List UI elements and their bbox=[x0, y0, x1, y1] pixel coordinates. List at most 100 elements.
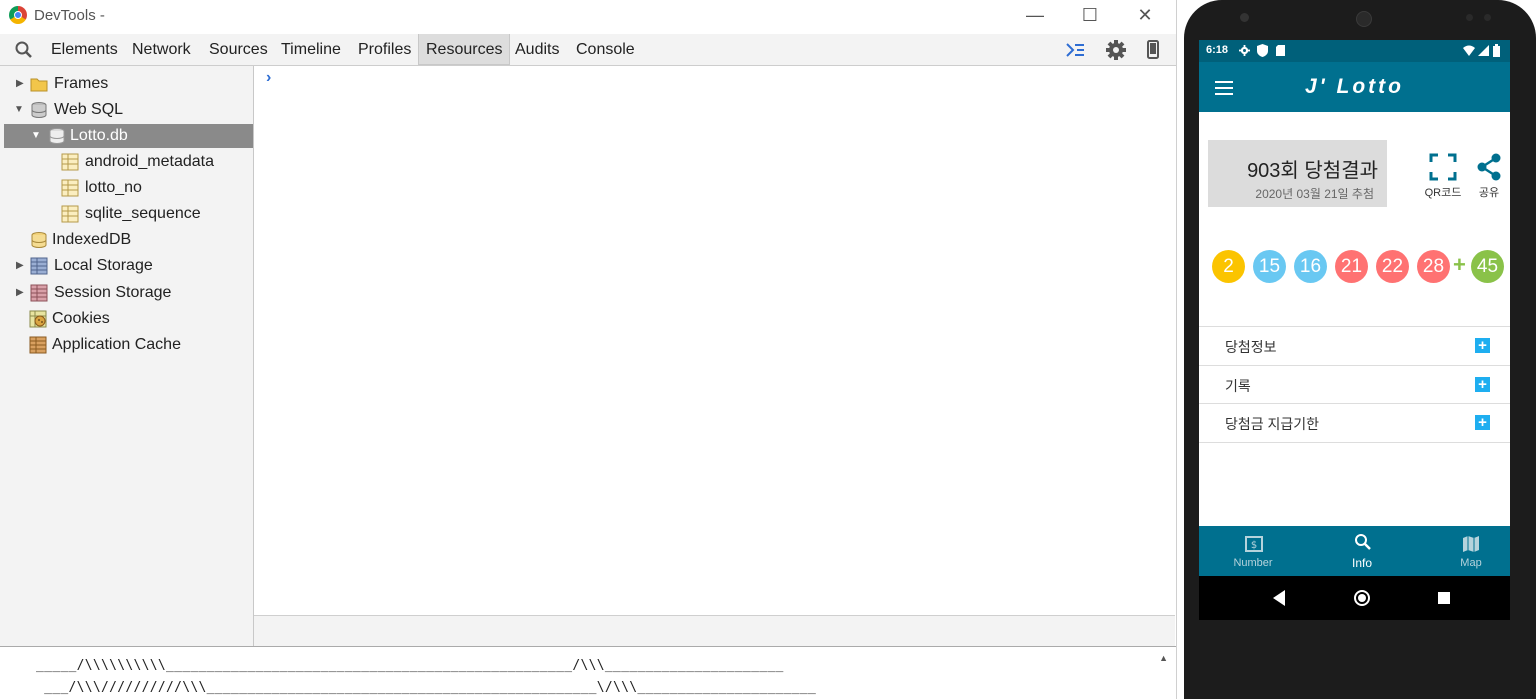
share-button[interactable]: 공유 bbox=[1468, 153, 1510, 200]
close-button[interactable]: ✕ bbox=[1130, 4, 1160, 26]
sd-card-icon bbox=[1276, 45, 1285, 56]
table-icon bbox=[61, 179, 79, 197]
tree-item-cookies[interactable]: Cookies bbox=[0, 307, 250, 331]
chrome-logo-icon bbox=[9, 6, 27, 24]
lotto-ball: 21 bbox=[1335, 250, 1368, 283]
qr-scan-icon bbox=[1429, 153, 1457, 181]
wifi-icon bbox=[1463, 45, 1475, 56]
expand-plus-icon[interactable]: + bbox=[1475, 338, 1490, 353]
expand-arrow-icon[interactable]: ▶ bbox=[16, 281, 24, 305]
expand-arrow-icon[interactable]: ▶ bbox=[16, 72, 24, 96]
tree-item-local-storage[interactable]: ▶ Local Storage bbox=[0, 254, 250, 278]
maximize-button[interactable]: ☐ bbox=[1075, 4, 1105, 26]
cookie-icon bbox=[29, 310, 47, 328]
share-label: 공유 bbox=[1478, 187, 1500, 199]
lotto-ball: 22 bbox=[1376, 250, 1409, 283]
tree-item-application-cache[interactable]: Application Cache bbox=[0, 333, 250, 357]
tab-profiles[interactable]: Profiles bbox=[351, 34, 418, 65]
home-icon[interactable] bbox=[1353, 589, 1371, 607]
console-line: _____/\\\\\\\\\\________________________… bbox=[36, 658, 784, 673]
lotto-ball: 28 bbox=[1417, 250, 1450, 283]
devtools-toolbar: Elements Network Sources Timeline Profil… bbox=[0, 34, 1176, 66]
bottom-navigation: $ Number Info Map bbox=[1199, 526, 1510, 576]
expand-plus-icon[interactable]: + bbox=[1475, 377, 1490, 392]
tab-resources[interactable]: Resources bbox=[418, 34, 511, 65]
scroll-up-arrow-icon[interactable]: ▲ bbox=[1159, 653, 1168, 663]
collapse-arrow-icon[interactable]: ▼ bbox=[31, 124, 41, 148]
recents-icon[interactable] bbox=[1437, 591, 1451, 605]
tab-timeline[interactable]: Timeline bbox=[274, 34, 348, 65]
tree-item-sqlite-sequence[interactable]: sqlite_sequence bbox=[0, 202, 250, 226]
tab-sources[interactable]: Sources bbox=[202, 34, 275, 65]
console-drawer-icon[interactable] bbox=[1064, 39, 1086, 61]
lotto-ball: 2 bbox=[1212, 250, 1245, 283]
cache-grid-icon bbox=[29, 336, 47, 354]
devtools-window: DevTools - — ☐ ✕ Elements Network Source… bbox=[0, 0, 1177, 700]
tree-item-web-sql[interactable]: ▼ Web SQL bbox=[0, 98, 250, 122]
storage-grid-icon bbox=[30, 257, 48, 275]
tab-elements[interactable]: Elements bbox=[44, 34, 125, 65]
tree-item-lotto-db[interactable]: ▼ Lotto.db bbox=[4, 124, 253, 148]
database-icon bbox=[31, 232, 47, 249]
console-output[interactable]: _____/\\\\\\\\\\________________________… bbox=[0, 646, 1176, 700]
device-mode-icon[interactable] bbox=[1143, 39, 1165, 61]
resources-sidebar: ▶ Frames ▼ Web SQL ▼ Lotto.db android_me… bbox=[0, 66, 254, 646]
nav-info[interactable]: Info bbox=[1310, 526, 1414, 576]
gear-icon[interactable] bbox=[1105, 39, 1127, 61]
qr-label: QR코드 bbox=[1424, 187, 1462, 199]
android-system-nav bbox=[1199, 576, 1510, 620]
lotto-ball: 15 bbox=[1253, 250, 1286, 283]
collapse-arrow-icon[interactable]: ▼ bbox=[14, 98, 24, 122]
shield-icon bbox=[1257, 44, 1268, 57]
share-icon bbox=[1477, 153, 1501, 181]
android-emulator: 6:18 J' Lotto 903회 당첨결과 2020년 03월 21일 추첨… bbox=[1184, 0, 1536, 699]
resources-main-panel[interactable]: › bbox=[254, 66, 1175, 615]
accordion-history[interactable]: 기록 + bbox=[1199, 365, 1510, 404]
nav-map[interactable]: Map bbox=[1419, 526, 1510, 576]
search-icon bbox=[1355, 534, 1371, 550]
status-bar: 6:18 bbox=[1199, 40, 1510, 62]
settings-icon bbox=[1239, 45, 1250, 56]
nav-number[interactable]: $ Number bbox=[1201, 526, 1305, 576]
battery-icon bbox=[1493, 44, 1500, 57]
console-prompt[interactable]: › bbox=[266, 69, 271, 87]
accordion-payout-deadline[interactable]: 당첨금 지급기한 + bbox=[1199, 403, 1510, 443]
bonus-ball: 45 bbox=[1471, 250, 1504, 283]
back-icon[interactable] bbox=[1272, 590, 1286, 606]
svg-text:$: $ bbox=[1251, 540, 1257, 551]
phone-screen: 6:18 J' Lotto 903회 당첨결과 2020년 03월 21일 추첨… bbox=[1199, 40, 1510, 620]
app-title: J' Lotto bbox=[1305, 75, 1404, 98]
accordion-win-info[interactable]: 당첨정보 + bbox=[1199, 326, 1510, 365]
window-title: DevTools - bbox=[34, 7, 105, 24]
tab-audits[interactable]: Audits bbox=[508, 34, 566, 65]
tree-item-indexeddb[interactable]: IndexedDB bbox=[0, 228, 250, 252]
sensor-dot-icon bbox=[1484, 14, 1491, 21]
round-title: 903회 당첨결과 bbox=[1247, 160, 1378, 182]
app-bar: J' Lotto bbox=[1199, 62, 1510, 112]
title-bar: DevTools - — ☐ ✕ bbox=[0, 0, 1176, 32]
expand-plus-icon[interactable]: + bbox=[1475, 415, 1490, 430]
tab-network[interactable]: Network bbox=[125, 34, 198, 65]
folder-icon bbox=[30, 78, 48, 92]
front-camera-icon bbox=[1356, 11, 1372, 27]
database-icon bbox=[49, 128, 65, 145]
tree-item-lotto-no[interactable]: lotto_no bbox=[0, 176, 250, 200]
minimize-button[interactable]: — bbox=[1020, 4, 1050, 26]
database-icon bbox=[31, 102, 47, 119]
draw-date: 2020년 03월 21일 추첨 bbox=[1255, 187, 1374, 201]
signal-icon bbox=[1478, 45, 1489, 56]
camera-dot-icon bbox=[1240, 13, 1249, 22]
tree-item-frames[interactable]: ▶ Frames bbox=[0, 72, 250, 96]
status-time: 6:18 bbox=[1206, 44, 1229, 56]
bonus-plus: + bbox=[1453, 252, 1466, 277]
tree-item-session-storage[interactable]: ▶ Session Storage bbox=[0, 281, 250, 305]
expand-arrow-icon[interactable]: ▶ bbox=[16, 254, 24, 278]
qr-code-button[interactable]: QR코드 bbox=[1422, 153, 1464, 200]
money-icon: $ bbox=[1245, 536, 1263, 552]
tree-item-android-metadata[interactable]: android_metadata bbox=[0, 150, 250, 174]
main-panel-footer bbox=[254, 615, 1175, 647]
console-line: ___/\\\//////////\\\____________________… bbox=[36, 680, 817, 695]
search-icon[interactable] bbox=[14, 40, 34, 60]
tab-console[interactable]: Console bbox=[569, 34, 642, 65]
lotto-ball: 16 bbox=[1294, 250, 1327, 283]
